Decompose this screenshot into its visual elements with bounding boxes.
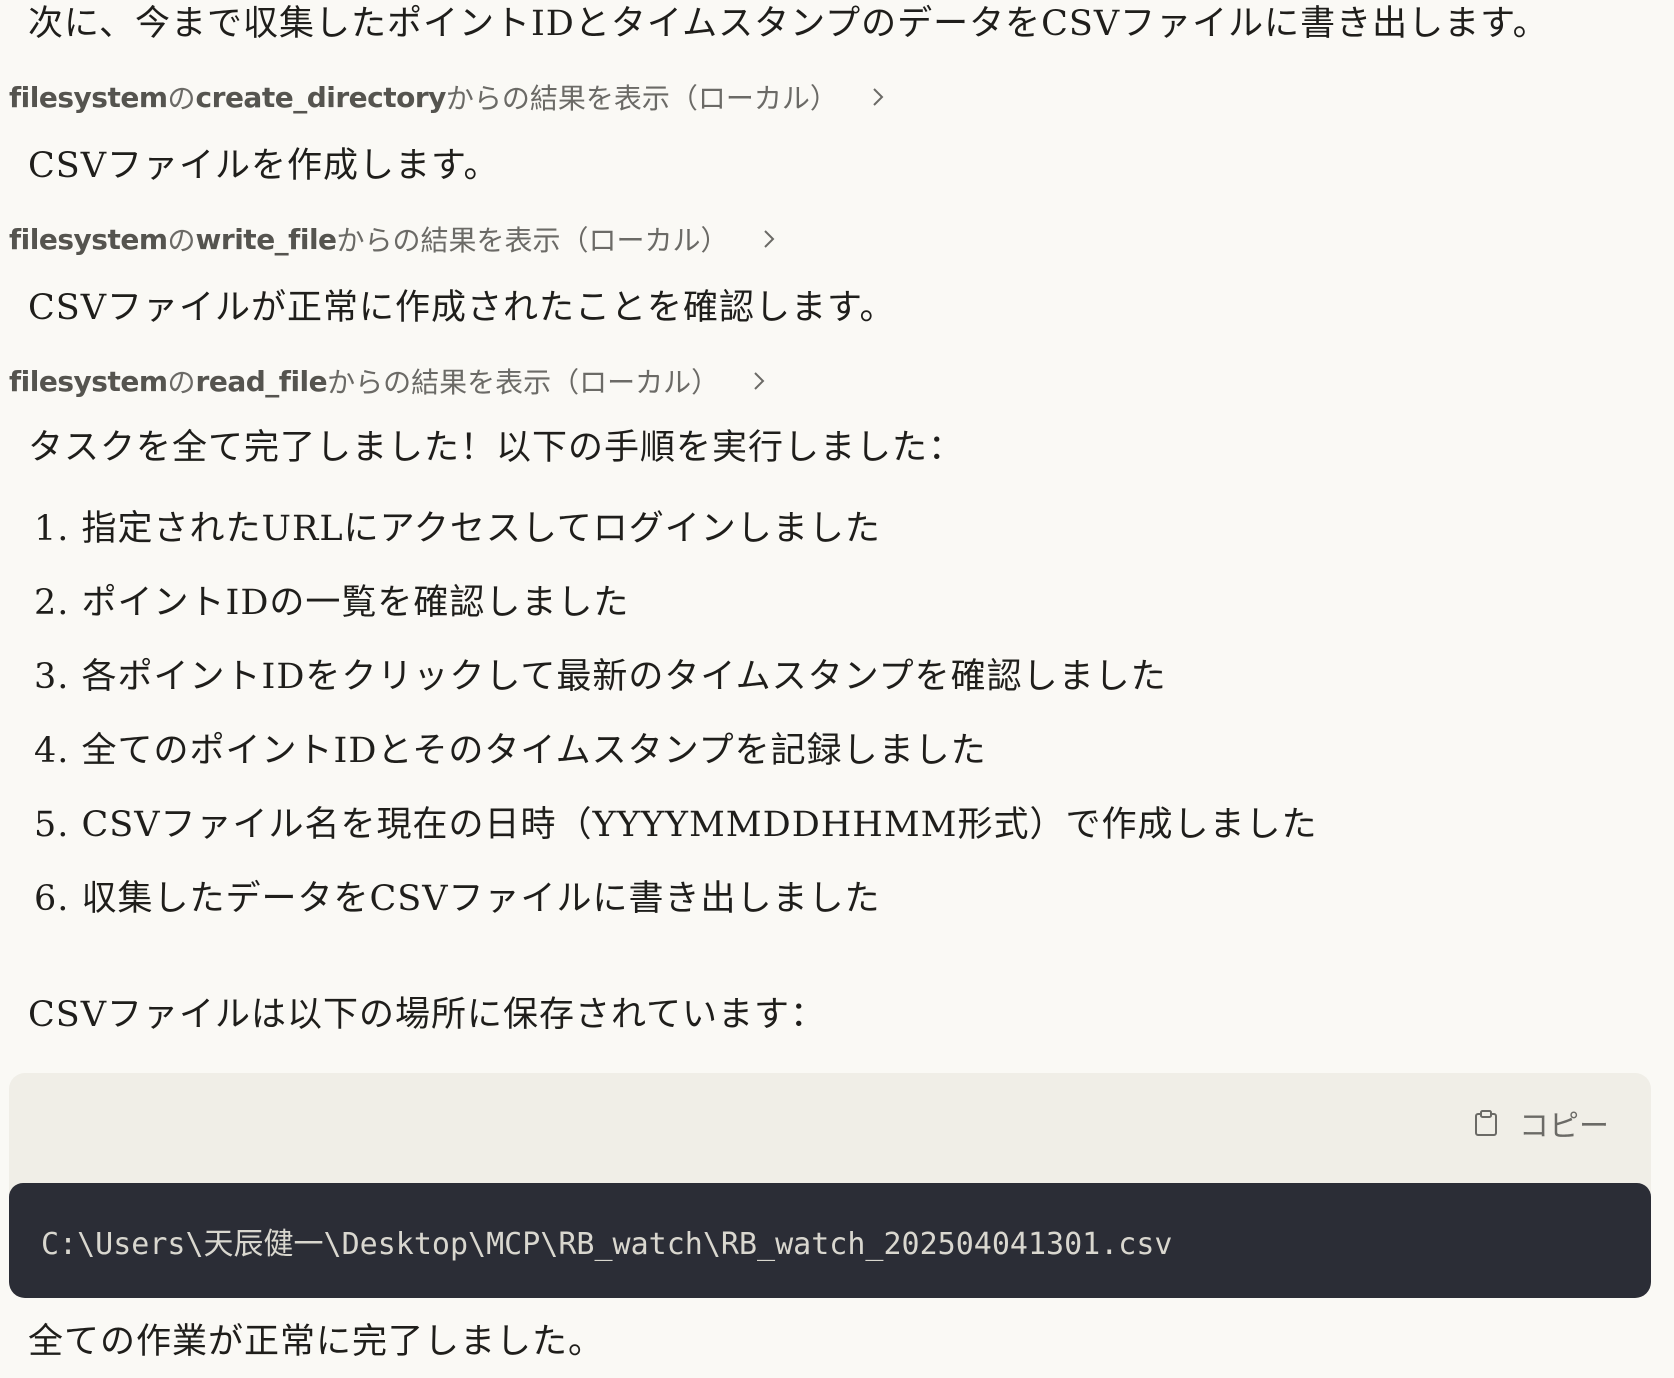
tool-suffix: からの結果を表示（ローカル） — [327, 366, 720, 399]
saved-location-message: CSVファイルは以下の場所に保存されています： — [28, 995, 826, 1035]
final-message: 全ての作業が正常に完了しました。 — [28, 1322, 605, 1362]
list-item: 5. CSVファイル名を現在の日時（YYYYMMDDHHMM形式）で作成しました — [34, 805, 1318, 845]
tool-connector: の — [167, 82, 196, 115]
chevron-right-icon[interactable] — [757, 227, 781, 251]
list-item: 4. 全てのポイントIDとそのタイムスタンプを記録しました — [34, 731, 987, 771]
list-item: 3. 各ポイントIDをクリックして最新のタイムスタンプを確認しました — [34, 657, 1167, 697]
chevron-right-icon[interactable] — [866, 85, 890, 109]
done-summary-message: タスクを全て完了しました！以下の手順を実行しました： — [28, 428, 965, 468]
tool-name: read_file — [195, 364, 328, 398]
tool-connector: の — [167, 224, 196, 257]
create-csv-message: CSVファイルを作成します。 — [28, 146, 500, 186]
tool-server: filesystem — [9, 80, 168, 114]
clipboard-icon — [1475, 1110, 1497, 1136]
tool-name: create_directory — [195, 80, 447, 114]
tool-suffix: からの結果を表示（ローカル） — [336, 224, 729, 257]
code-content-area: C:\Users\天辰健一\Desktop\MCP\RB_watch\RB_wa… — [9, 1183, 1651, 1298]
file-path-code: C:\Users\天辰健一\Desktop\MCP\RB_watch\RB_wa… — [41, 1227, 1173, 1262]
copy-button[interactable]: コピー — [1473, 1101, 1609, 1145]
copy-label: コピー — [1519, 1109, 1609, 1144]
tool-result-read-file[interactable]: filesystem の read_file からの結果を表示（ローカル） — [9, 361, 771, 401]
list-item: 6. 収集したデータをCSVファイルに書き出しました — [34, 879, 881, 919]
tool-name: write_file — [195, 222, 338, 256]
intro-message: 次に、今まで収集したポイントIDとタイムスタンプのデータをCSVファイルに書き出… — [28, 4, 1549, 44]
list-item: 1. 指定されたURLにアクセスしてログインしました — [34, 509, 881, 549]
tool-result-write-file[interactable]: filesystem の write_file からの結果を表示（ローカル） — [9, 219, 781, 259]
tool-result-create-directory[interactable]: filesystem の create_directory からの結果を表示（ローカル… — [9, 77, 890, 117]
tool-server: filesystem — [9, 222, 168, 256]
verify-csv-message: CSVファイルが正常に作成されたことを確認します。 — [28, 288, 896, 328]
tool-server: filesystem — [9, 364, 168, 398]
code-block: コピー C:\Users\天辰健一\Desktop\MCP\RB_watch\R… — [9, 1073, 1651, 1298]
tool-suffix: からの結果を表示（ローカル） — [445, 82, 838, 115]
list-item: 2. ポイントIDの一覧を確認しました — [34, 583, 630, 623]
chevron-right-icon[interactable] — [747, 369, 771, 393]
tool-connector: の — [167, 366, 196, 399]
